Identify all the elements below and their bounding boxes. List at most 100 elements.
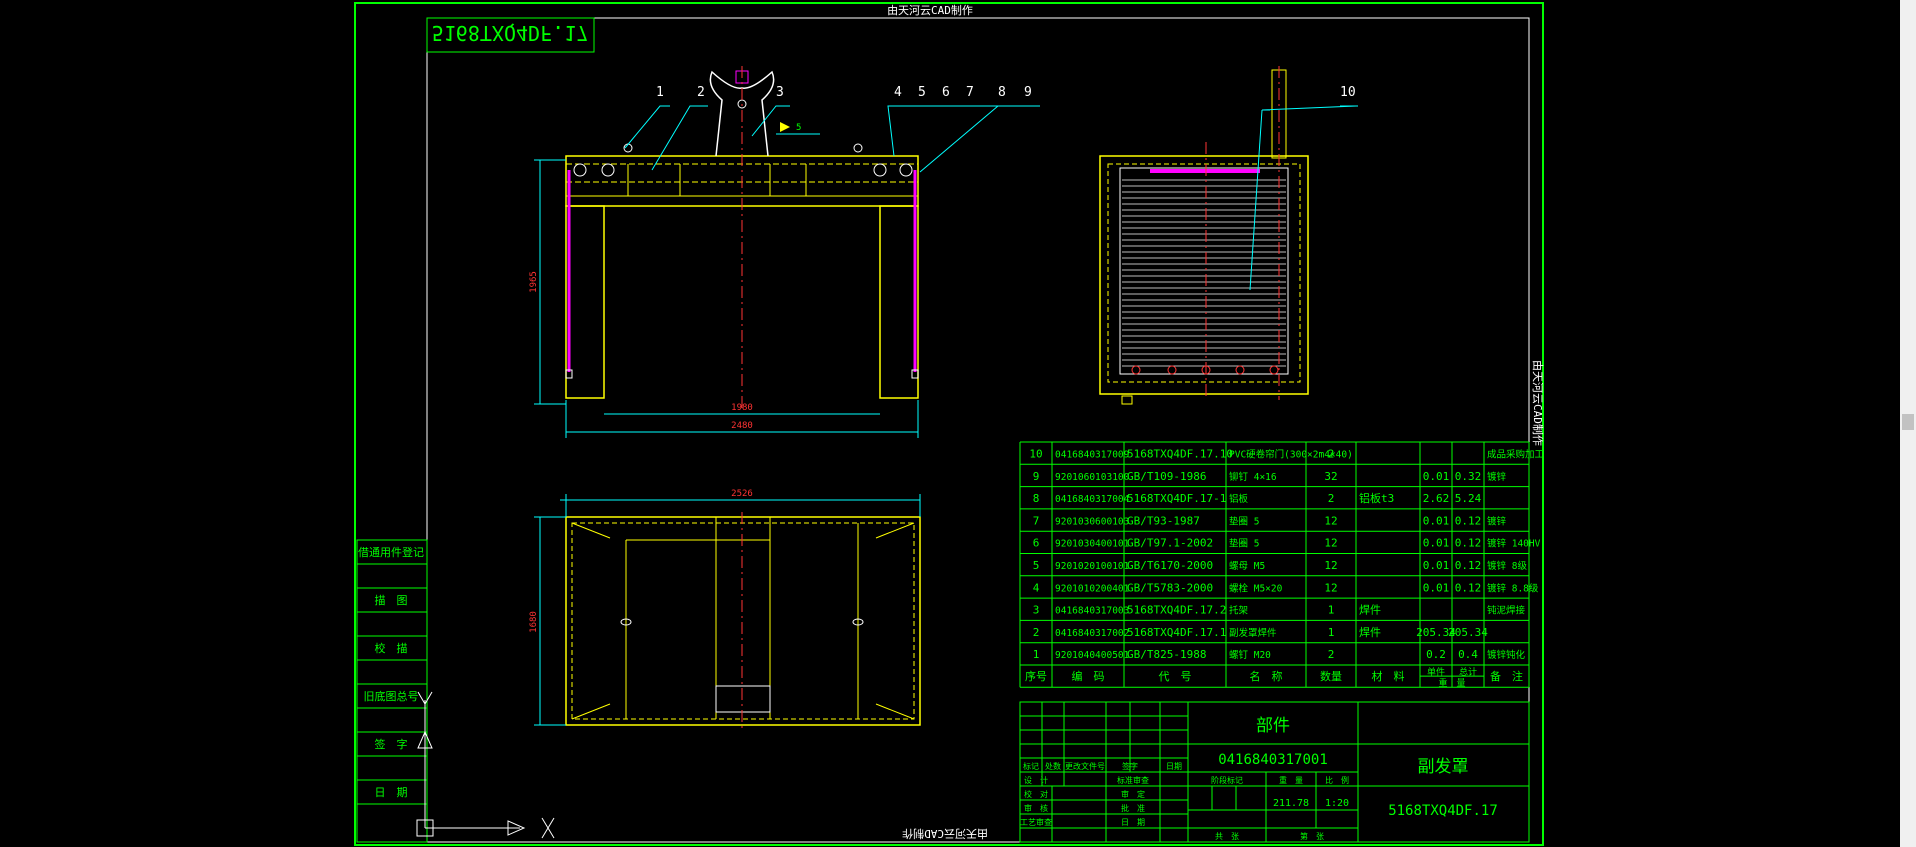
bom-row-1-seq: 1: [1033, 648, 1040, 661]
callout-5: 5: [918, 85, 926, 100]
bom-row-5-uw: 0.01: [1423, 559, 1450, 572]
bom-row-3-code: 0416840317003: [1055, 606, 1129, 617]
bom-row-4-seq: 4: [1033, 581, 1040, 594]
bom-row-8-tw: 5.24: [1455, 492, 1482, 505]
bom-row-6-uw: 0.01: [1423, 537, 1450, 550]
sign2-label-1: 审 定: [1121, 789, 1145, 799]
bom-header-unit-weight: 单件: [1427, 666, 1445, 678]
title-weight: 211.78: [1273, 798, 1309, 809]
bom-row-4-name: 螺栓 M5×20: [1229, 582, 1283, 594]
watermark-top: 由天河云CAD制作: [887, 3, 973, 17]
callout-1: 1: [656, 85, 664, 100]
bom-row-6-code: 9201030400101: [1055, 539, 1130, 550]
stamp-label-0: 借通用件登记: [358, 545, 424, 559]
bom-row-2-drawing: 5168TXQ4DF.17.1: [1127, 626, 1226, 639]
front-view: 1965 1980 2480 5: [529, 66, 1040, 438]
bom-header-total-weight: 总计: [1459, 666, 1477, 678]
sign-label-0: 设 计: [1024, 775, 1048, 785]
bom-header-name: 名 称: [1250, 669, 1283, 683]
bom-row-1-qty: 2: [1328, 648, 1335, 661]
title-weight-label: 重 量: [1279, 775, 1303, 785]
dim-inner-width: 1980: [731, 403, 753, 413]
dim-plan-width: 2526: [731, 489, 753, 499]
rev-label-3: 签字: [1122, 761, 1138, 771]
bom-row-2-tw: 205.34: [1448, 626, 1488, 639]
bom-row-5-note: 镀锌 8级: [1487, 560, 1527, 572]
bom-row-6-name: 垫圈 5: [1229, 538, 1259, 550]
sign2-label-3: 日 期: [1121, 818, 1145, 827]
bom-row-7-name: 垫圈 5: [1229, 515, 1259, 527]
bom-header-seq: 序号: [1025, 669, 1047, 683]
sign-label-3: 工艺审查: [1020, 817, 1052, 827]
bom-row-9-tw: 0.32: [1455, 470, 1482, 483]
vertical-scrollbar[interactable]: [1900, 0, 1916, 847]
callout-7: 7: [966, 85, 974, 100]
callout-2: 2: [697, 85, 705, 100]
left-stamp-column: 借通用件登记 描 图 校 描 旧底图总号 签 字 日 期: [356, 539, 428, 843]
bom-row-2-name: 副发罩焊件: [1229, 627, 1277, 639]
bom-row-3-qty: 1: [1328, 604, 1335, 617]
title-category: 部件: [1256, 716, 1290, 736]
callout-4: 4: [894, 85, 902, 100]
bom-row-8-qty: 2: [1328, 492, 1335, 505]
bom-row-5-qty: 12: [1324, 559, 1337, 572]
title-part-code: 0416840317001: [1218, 752, 1328, 768]
bom-row-9-drawing: GB/T109-1986: [1127, 470, 1206, 483]
bom-row-7-uw: 0.01: [1423, 514, 1450, 527]
stamp-label-3: 旧底图总号: [364, 689, 419, 703]
ucs-icon: [416, 691, 555, 839]
callout-8: 8: [998, 85, 1006, 100]
bom-row-9-uw: 0.01: [1423, 470, 1450, 483]
callout-6: 6: [942, 85, 950, 100]
drawing-code-mirrored: 5168TXQ4DF.17: [432, 21, 589, 45]
bom-row-9-seq: 9: [1033, 470, 1040, 483]
bom-row-2-seq: 2: [1033, 626, 1040, 639]
bom-row-4-note: 镀锌 8.8级: [1487, 582, 1539, 594]
bom-row-4-drawing: GB/T5783-2000: [1127, 581, 1213, 594]
bom-row-7-note: 镀锌: [1487, 515, 1507, 527]
bom-row-4-tw: 0.12: [1455, 581, 1482, 594]
scrollbar-thumb[interactable]: [1902, 414, 1914, 430]
bom-row-6-drawing: GB/T97.1-2002: [1127, 537, 1213, 550]
bom-row-10-drawing: 5168TXQ4DF.17.10: [1127, 448, 1233, 461]
bom-row-7-drawing: GB/T93-1987: [1127, 514, 1200, 527]
cad-drawing-canvas[interactable]: 由天河云CAD制作 由天河云CAD制作 由天河云CAD制作 5168TXQ4DF…: [0, 0, 1900, 847]
bom-row-3-name: 托架: [1229, 605, 1249, 617]
bom-row-1-uw: 0.2: [1426, 648, 1446, 661]
title-block: 标记 处数 更改文件号 签字 日期 设 计 校 对 审 核 工艺审查 标准审查 …: [1019, 701, 1530, 843]
title-scale-label: 比 例: [1325, 775, 1349, 785]
dim-height-front: 1965: [529, 271, 539, 293]
bom-row-1-tw: 0.4: [1458, 648, 1478, 661]
bom-row-4-uw: 0.01: [1423, 581, 1450, 594]
bom-header-qty: 数量: [1320, 670, 1342, 683]
bom-row-7-seq: 7: [1033, 514, 1040, 527]
bom-row-8-material: 铝板t3: [1359, 491, 1394, 505]
bom-row-9-name: 铆钉 4×16: [1229, 471, 1277, 483]
sign-label-2: 审 核: [1024, 803, 1048, 813]
bom-row-8-seq: 8: [1033, 492, 1040, 505]
title-sheet: 第 张: [1300, 831, 1324, 841]
callout-3: 3: [776, 85, 784, 100]
bom-row-8-drawing: 5168TXQ4DF.17-1: [1127, 492, 1226, 505]
sign-label-1: 校 对: [1024, 789, 1048, 799]
bom-row-7-code: 9201030600103: [1055, 516, 1129, 527]
bom-row-10-code: 0416840317009: [1055, 450, 1130, 461]
bom-row-1-drawing: GB/T825-1988: [1127, 648, 1206, 661]
rev-label-2: 更改文件号: [1065, 761, 1105, 771]
bom-row-4-qty: 12: [1324, 581, 1337, 594]
bom-row-7-tw: 0.12: [1455, 514, 1482, 527]
bom-row-7-qty: 12: [1324, 514, 1337, 527]
bom-row-5-drawing: GB/T6170-2000: [1127, 559, 1213, 572]
bom-row-6-tw: 0.12: [1455, 537, 1482, 550]
bom-row-9-note: 镀锌: [1487, 471, 1507, 483]
sign2-label-2: 批 准: [1121, 803, 1145, 813]
stamp-label-2: 校 描: [375, 641, 408, 655]
title-sheets: 共 张: [1215, 832, 1239, 841]
bom-header-drawing: 代 号: [1159, 670, 1192, 683]
bom-row-10-qty: 2: [1328, 448, 1335, 461]
svg-text:5: 5: [796, 123, 801, 133]
bom-row-5-seq: 5: [1033, 559, 1040, 572]
bom-row-9-qty: 32: [1324, 470, 1337, 483]
bom-row-3-drawing: 5168TXQ4DF.17.2: [1127, 604, 1226, 617]
bom-row-5-name: 螺母 M5: [1229, 561, 1265, 572]
